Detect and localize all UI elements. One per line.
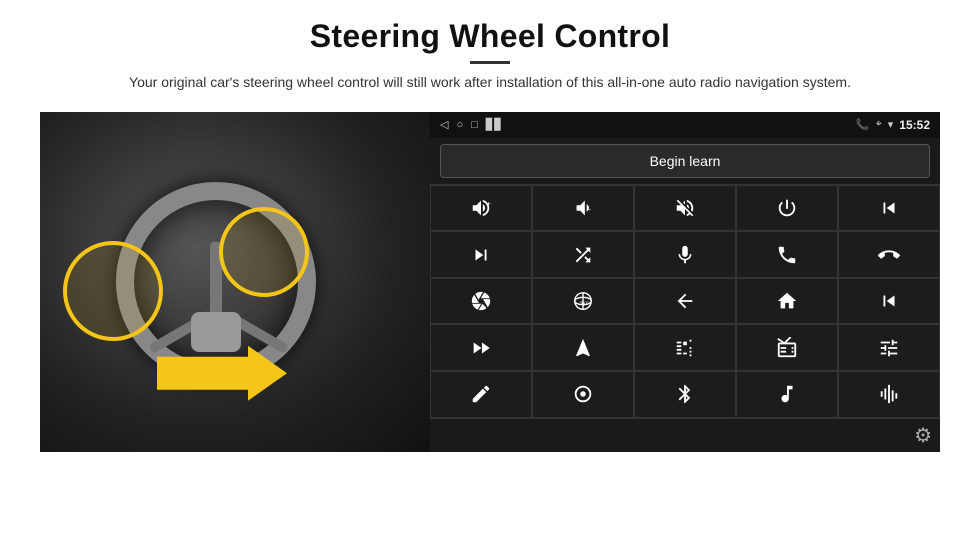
location-status-icon: ⌖ [876,118,882,131]
hang-up-icon [878,244,900,266]
phone-call-button[interactable] [736,231,838,278]
fast-forward-icon [470,337,492,359]
android-screen: ◁ ○ □ ▊▊ 📞 ⌖ ▾ 15:52 Begin learn [430,112,940,452]
prev-track-icon [878,197,900,219]
home-button[interactable] [736,278,838,325]
recents-icon[interactable]: □ [471,119,478,131]
status-nav-icons: ◁ ○ □ ▊▊ [440,118,503,131]
title-section: Steering Wheel Control Your original car… [129,18,851,106]
eq-button[interactable] [634,324,736,371]
svg-text:-: - [589,205,592,214]
tune-button[interactable] [838,324,940,371]
music-icon [776,383,798,405]
camera-icon [470,290,492,312]
settings-icon[interactable]: ⚙ [914,423,932,448]
vol-mute-button[interactable] [634,185,736,232]
vol-down-button[interactable]: - [532,185,634,232]
radio-icon [776,337,798,359]
vol-up-icon: + [470,197,492,219]
phone-status-icon: 📞 [856,118,870,131]
page-wrapper: Steering Wheel Control Your original car… [0,0,980,544]
control-icons-grid: + - [430,184,940,418]
arrow-container [157,346,287,401]
vol-down-icon: - [572,197,594,219]
tune-icon [878,337,900,359]
nav-arrow-icon [572,337,594,359]
vol-mute-icon [674,197,696,219]
status-right-icons: 📞 ⌖ ▾ 15:52 [856,118,930,132]
begin-learn-button[interactable]: Begin learn [440,144,930,178]
waveform-button[interactable] [838,371,940,418]
status-bar: ◁ ○ □ ▊▊ 📞 ⌖ ▾ 15:52 [430,112,940,138]
fast-forward-button[interactable] [430,324,532,371]
pen-icon [470,383,492,405]
knob-icon [572,383,594,405]
car-background [40,112,430,452]
vol-up-button[interactable]: + [430,185,532,232]
wifi-status-icon: ▾ [888,118,894,131]
eq-icon [674,337,696,359]
power-icon [776,197,798,219]
title-divider [470,61,510,64]
view-360-button[interactable]: 360° [532,278,634,325]
skip-back-icon [878,290,900,312]
nav-arrow-button[interactable] [532,324,634,371]
signal-icon: ▊▊ [486,118,503,131]
back-icon[interactable]: ◁ [440,118,448,131]
highlight-circle-right [219,207,309,297]
prev-track-button[interactable] [838,185,940,232]
camera-button[interactable] [430,278,532,325]
shuffle-button[interactable] [532,231,634,278]
next-track-icon [470,244,492,266]
bluetooth-icon [674,383,696,405]
clock-display: 15:52 [899,118,930,132]
phone-call-icon [776,244,798,266]
content-row: ◁ ○ □ ▊▊ 📞 ⌖ ▾ 15:52 Begin learn [40,112,940,452]
direction-arrow [157,346,287,401]
svg-text:+: + [487,199,491,208]
car-image-section [40,112,430,452]
page-title: Steering Wheel Control [129,18,851,55]
highlight-circle-left [63,241,163,341]
home-circle-icon[interactable]: ○ [456,119,463,131]
music-button[interactable] [736,371,838,418]
knob-button[interactable] [532,371,634,418]
svg-text:360°: 360° [579,301,589,306]
power-button[interactable] [736,185,838,232]
waveform-icon [878,383,900,405]
subtitle-text: Your original car's steering wheel contr… [129,72,851,94]
begin-learn-bar: Begin learn [430,138,940,184]
mic-icon [674,244,696,266]
hang-up-button[interactable] [838,231,940,278]
shuffle-icon [572,244,594,266]
view-360-icon: 360° [572,290,594,312]
bottom-bar: ⚙ [430,418,940,452]
bluetooth-button[interactable] [634,371,736,418]
home-icon [776,290,798,312]
back-arrow-icon [674,290,696,312]
next-track-button[interactable] [430,231,532,278]
radio-button[interactable] [736,324,838,371]
mic-button[interactable] [634,231,736,278]
pen-button[interactable] [430,371,532,418]
skip-back-button[interactable] [838,278,940,325]
back-arrow-button[interactable] [634,278,736,325]
